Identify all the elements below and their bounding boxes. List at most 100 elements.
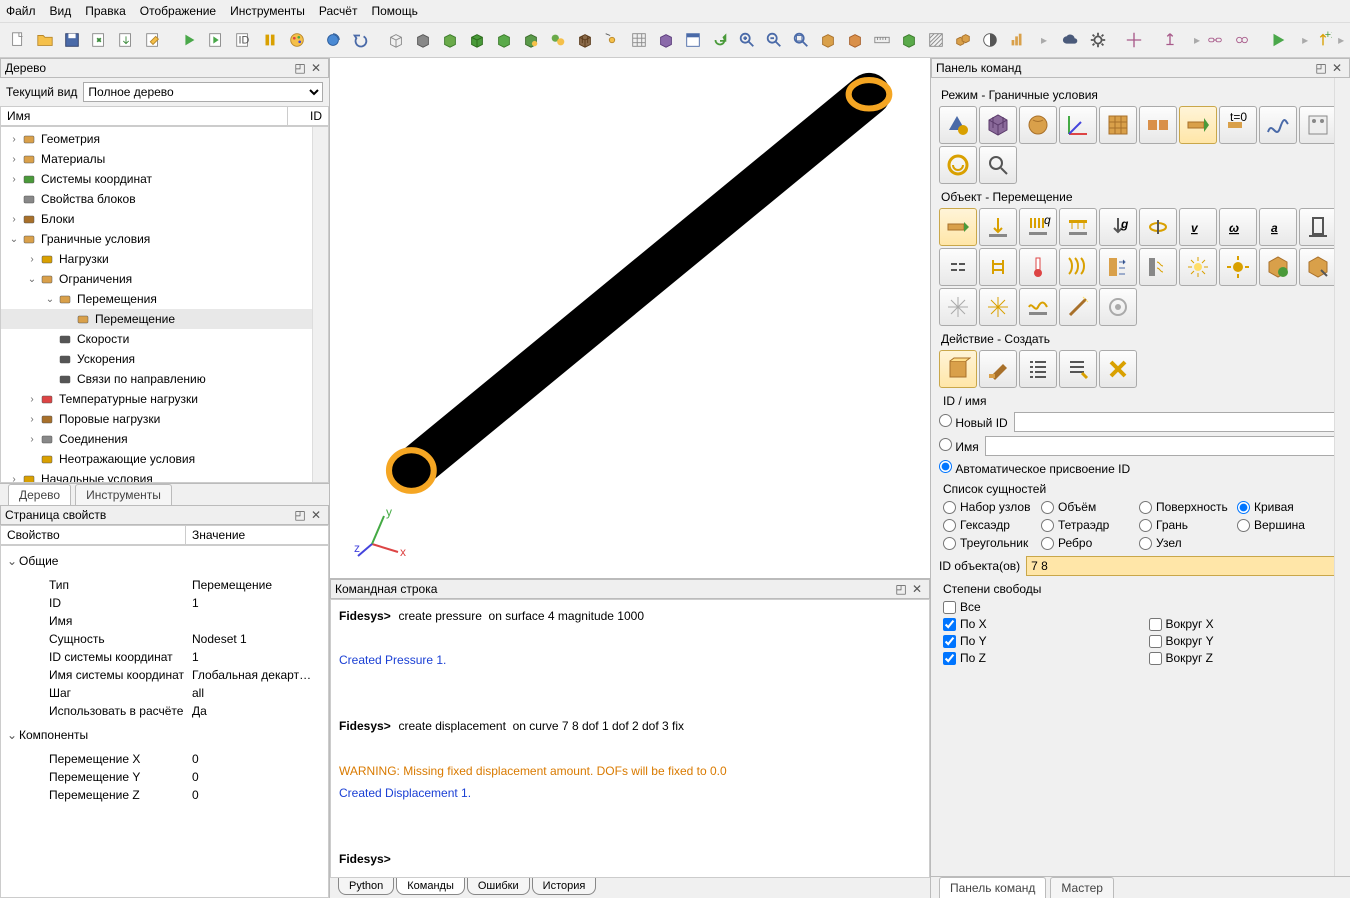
box-o2-icon[interactable] <box>843 28 867 52</box>
cube-g5-icon[interactable] <box>897 28 921 52</box>
action-create-icon[interactable] <box>939 350 977 388</box>
radio-entity[interactable]: Вершина <box>1237 518 1327 532</box>
check-all[interactable] <box>943 601 956 614</box>
link-icon[interactable] <box>1203 28 1227 52</box>
mode-csys-icon[interactable] <box>1059 106 1097 144</box>
crosshair-icon[interactable] <box>1122 28 1146 52</box>
close-icon[interactable]: ✕ <box>909 581 925 597</box>
mode-mesh-icon[interactable] <box>979 106 1017 144</box>
mesh-icon[interactable] <box>573 28 597 52</box>
mode-deps-icon[interactable] <box>1259 106 1297 144</box>
tab-history[interactable]: История <box>532 878 597 895</box>
check-z[interactable] <box>943 652 956 665</box>
tree-item[interactable]: Свойства блоков <box>1 189 328 209</box>
palette-icon[interactable] <box>285 28 309 52</box>
obj-accel-icon[interactable]: a <box>1259 208 1297 246</box>
mode-geometry-icon[interactable] <box>939 106 977 144</box>
tree-item[interactable]: Скорости <box>1 329 328 349</box>
contrast-icon[interactable] <box>978 28 1002 52</box>
export-icon[interactable] <box>87 28 111 52</box>
cube-green1-icon[interactable] <box>438 28 462 52</box>
menu-file[interactable]: Файл <box>6 4 36 18</box>
mode-search-icon[interactable] <box>979 146 1017 184</box>
newid-input[interactable] <box>1014 412 1342 432</box>
cube-green4-icon[interactable] <box>519 28 543 52</box>
tree-item[interactable]: ⌄Перемещения <box>1 289 328 309</box>
run-script-icon[interactable] <box>204 28 228 52</box>
hatch-icon[interactable] <box>924 28 948 52</box>
obj-temp-icon[interactable] <box>1019 248 1057 286</box>
check-y[interactable] <box>943 635 956 648</box>
action-edit-list-icon[interactable] <box>1059 350 1097 388</box>
menu-tools[interactable]: Инструменты <box>230 4 305 18</box>
undo-icon[interactable] <box>348 28 372 52</box>
close-icon[interactable]: ✕ <box>308 507 324 523</box>
zoom-in-icon[interactable] <box>735 28 759 52</box>
mode-contact-icon[interactable] <box>1139 106 1177 144</box>
radio-autoid[interactable] <box>939 460 952 473</box>
radio-entity[interactable]: Кривая <box>1237 500 1327 514</box>
obj-heat2-icon[interactable] <box>1219 248 1257 286</box>
menu-view[interactable]: Вид <box>50 4 72 18</box>
anchor-icon[interactable] <box>1158 28 1182 52</box>
command-output[interactable]: Fidesys> create pressure on surface 4 ma… <box>330 599 930 878</box>
obj-heat1-icon[interactable] <box>1179 248 1217 286</box>
radio-entity[interactable]: Объём <box>1041 500 1131 514</box>
dock-icon[interactable]: ◰ <box>1313 60 1329 76</box>
tab-wizard[interactable]: Мастер <box>1050 877 1114 898</box>
close-icon[interactable]: ✕ <box>1329 60 1345 76</box>
obj-spark2-icon[interactable] <box>979 288 1017 326</box>
tree-item[interactable]: ⌄Граничные условия <box>1 229 328 249</box>
spheres-icon[interactable] <box>546 28 570 52</box>
obj-spark1-icon[interactable] <box>939 288 977 326</box>
objid-input[interactable] <box>1026 556 1342 576</box>
mode-solver-icon[interactable] <box>1299 106 1337 144</box>
check-ry[interactable] <box>1149 635 1162 648</box>
tree-item[interactable]: Неотражающие условия <box>1 449 328 469</box>
dock-icon[interactable]: ◰ <box>292 60 308 76</box>
tab-errors[interactable]: Ошибки <box>467 878 530 895</box>
obj-displacement-icon[interactable] <box>939 208 977 246</box>
zoom-out-icon[interactable] <box>762 28 786 52</box>
tree-item[interactable]: ›Системы координат <box>1 169 328 189</box>
check-x[interactable] <box>943 618 956 631</box>
radio-newid[interactable] <box>939 414 952 427</box>
obj-angvel-icon[interactable]: ω <box>1219 208 1257 246</box>
open-file-icon[interactable] <box>33 28 57 52</box>
obj-wand-icon[interactable] <box>1059 288 1097 326</box>
axis-up-icon[interactable]: +z <box>1311 28 1335 52</box>
obj-pore2-icon[interactable] <box>1299 248 1337 286</box>
obj-rotation-icon[interactable] <box>1139 208 1177 246</box>
mode-ic-icon[interactable]: t=0 <box>1219 106 1257 144</box>
check-rz[interactable] <box>1149 652 1162 665</box>
tab-commands[interactable]: Команды <box>396 878 465 895</box>
scrollbar[interactable] <box>1334 78 1350 876</box>
tree-item[interactable]: ›Соединения <box>1 429 328 449</box>
obj-velocity-icon[interactable]: v <box>1179 208 1217 246</box>
action-delete-icon[interactable] <box>1099 350 1137 388</box>
tree[interactable]: ›Геометрия›Материалы›Системы координатСв… <box>0 126 329 483</box>
viewport-3d[interactable]: x y z <box>330 58 930 578</box>
tree-item[interactable]: ›Материалы <box>1 149 328 169</box>
bars-icon[interactable] <box>1005 28 1029 52</box>
pause-icon[interactable] <box>258 28 282 52</box>
run-id-icon[interactable]: ID <box>231 28 255 52</box>
obj-heatflux-icon[interactable] <box>1059 248 1097 286</box>
dock-icon[interactable]: ◰ <box>292 507 308 523</box>
radio-entity[interactable]: Узел <box>1139 536 1229 550</box>
scrollbar[interactable] <box>312 127 328 482</box>
cube-wire-icon[interactable] <box>384 28 408 52</box>
obj-gravity-icon[interactable]: g <box>1099 208 1137 246</box>
mode-material-icon[interactable] <box>1019 106 1057 144</box>
obj-radiation-icon[interactable] <box>1139 248 1177 286</box>
tab-tools[interactable]: Инструменты <box>75 484 172 505</box>
obj-distload-icon[interactable] <box>1059 208 1097 246</box>
obj-periodic-icon[interactable] <box>979 248 1017 286</box>
dock-icon[interactable]: ◰ <box>893 581 909 597</box>
mode-results-icon[interactable] <box>939 146 977 184</box>
radio-entity[interactable]: Поверхность <box>1139 500 1229 514</box>
cube-shade-icon[interactable] <box>411 28 435 52</box>
radio-entity[interactable]: Тетраэдр <box>1041 518 1131 532</box>
chain-icon[interactable] <box>1230 28 1254 52</box>
cube-green3-icon[interactable] <box>492 28 516 52</box>
